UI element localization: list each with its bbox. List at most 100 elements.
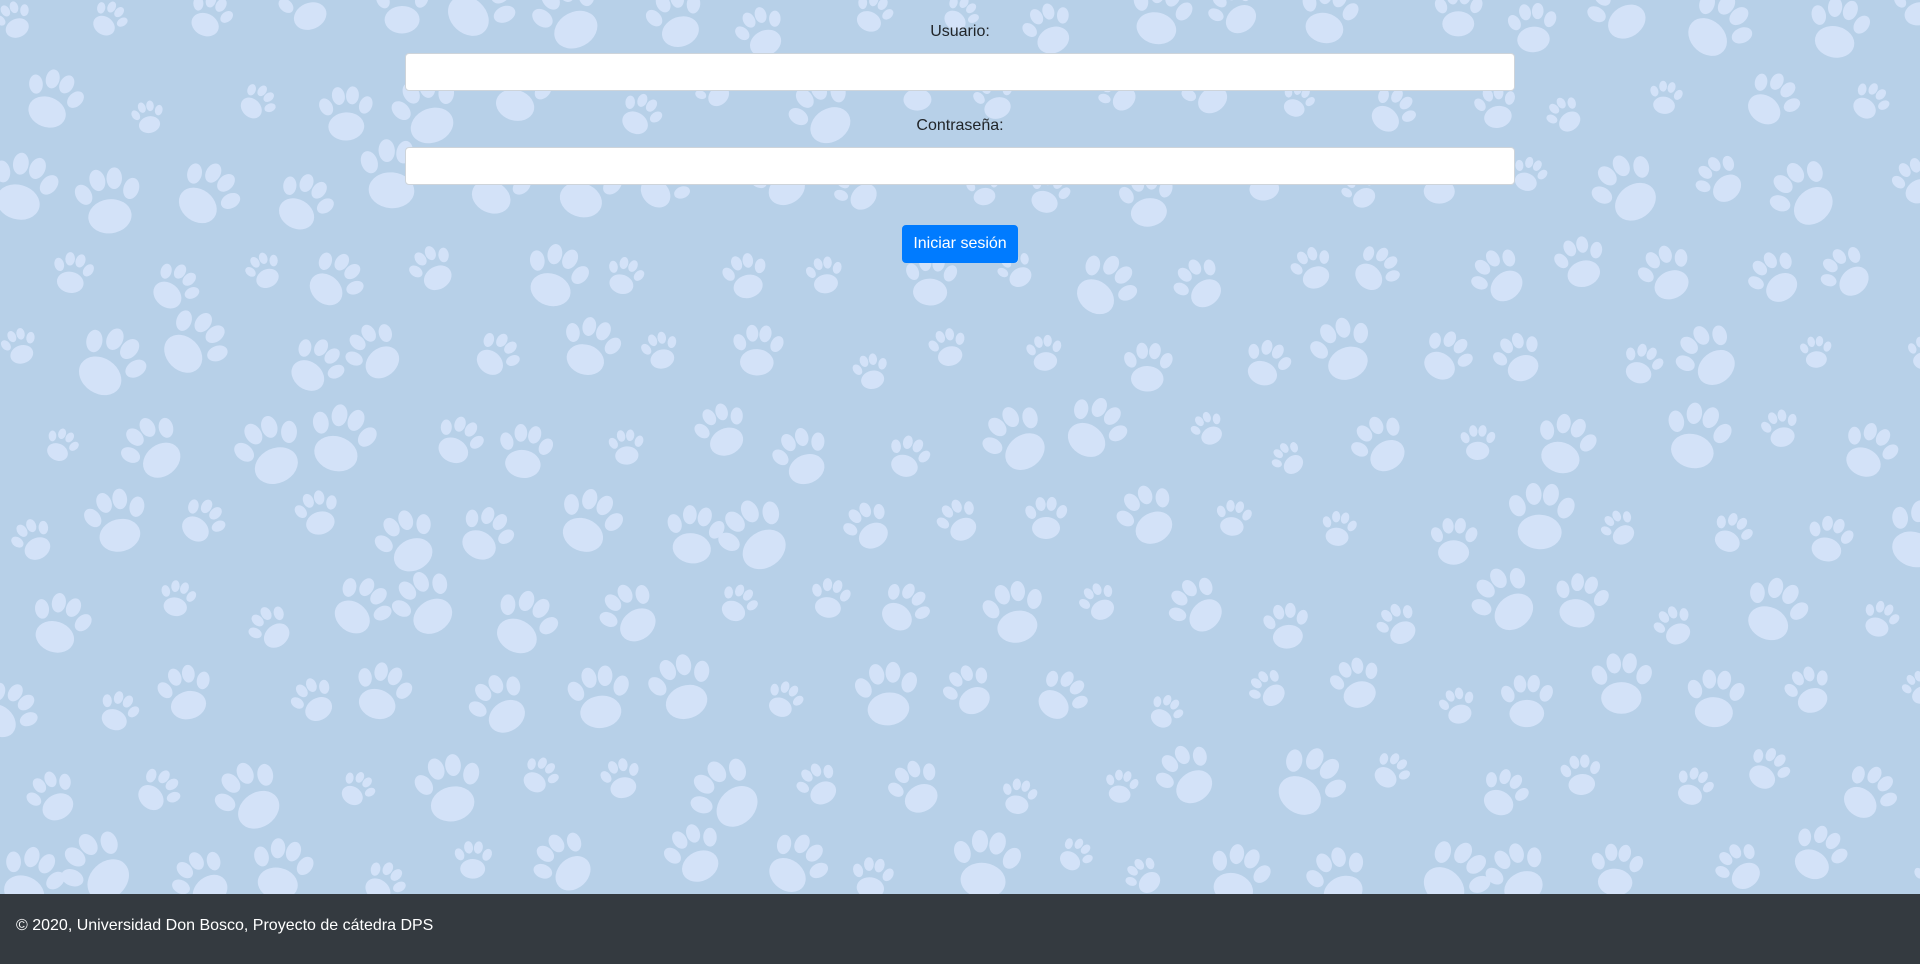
paw-print-icon [479, 579, 570, 667]
paw-print-icon [425, 408, 492, 473]
paw-print-icon [1264, 434, 1313, 483]
paw-print-icon [1072, 576, 1125, 628]
paw-print-icon [333, 311, 416, 392]
paw-print-icon [1428, 517, 1480, 565]
paw-print-icon [364, 499, 451, 584]
paw-print-icon [1737, 739, 1799, 799]
paw-print-icon [1410, 320, 1483, 392]
paw-print-icon [878, 750, 953, 824]
paw-print-icon [1051, 384, 1140, 472]
paw-print-icon [91, 684, 146, 738]
paw-print-icon [1797, 334, 1835, 370]
paw-print-icon [551, 309, 630, 384]
paw-print-icon [1586, 841, 1647, 894]
paw-print-icon [1100, 766, 1142, 806]
paw-print-icon [996, 775, 1042, 818]
paw-print-icon [716, 248, 775, 304]
paw-print-icon [1211, 497, 1256, 539]
paw-print-icon [1498, 673, 1557, 728]
paw-print-icon [60, 313, 160, 412]
paw-print-icon [1646, 598, 1702, 653]
paw-print-icon [1120, 341, 1176, 393]
paw-print-icon [513, 749, 566, 801]
paw-print-icon [1340, 404, 1421, 484]
paw-print-icon [282, 669, 345, 731]
paw-print-icon [1615, 337, 1670, 391]
paw-print-icon [729, 323, 787, 377]
paw-print-icon [834, 492, 902, 559]
paw-print-icon [1144, 732, 1230, 817]
paw-print-icon [465, 322, 530, 387]
paw-print-icon [276, 326, 356, 405]
paw-print-icon [1458, 424, 1498, 461]
paw-print-icon [1525, 406, 1605, 482]
paw-print-icon [659, 500, 731, 568]
paw-print-icon [1704, 505, 1760, 560]
paw-print-icon [1777, 659, 1841, 721]
paw-print-icon [1317, 508, 1361, 549]
paw-print-icon [1051, 830, 1100, 879]
paw-print-icon [1780, 815, 1858, 891]
paw-print-icon [1831, 413, 1908, 488]
paw-print-icon [639, 645, 726, 729]
paw-print-icon [1434, 683, 1482, 729]
paw-print-icon [201, 747, 299, 844]
paw-print-icon [76, 481, 158, 560]
paw-print-icon [140, 252, 210, 321]
paw-print-icon [1588, 652, 1656, 715]
paw-print-icon [1800, 510, 1860, 568]
paw-print-icon [514, 235, 598, 316]
paw-print-icon [1737, 240, 1812, 314]
paw-print-icon [788, 754, 849, 814]
paw-print-icon [1809, 235, 1883, 309]
password-input[interactable] [405, 147, 1515, 185]
paw-print-icon [161, 148, 254, 239]
paw-print-icon [400, 236, 465, 300]
paw-print-icon [1459, 237, 1538, 315]
paw-print-icon [1662, 311, 1753, 400]
paw-print-icon [154, 576, 201, 620]
paw-print-icon [17, 761, 88, 831]
paw-print-icon [0, 836, 76, 894]
paw-print-icon [1240, 661, 1295, 716]
paw-print-icon [1259, 733, 1360, 832]
username-input[interactable] [405, 53, 1515, 91]
paw-print-icon [1025, 659, 1099, 732]
paw-print-icon [1023, 332, 1067, 374]
paw-print-icon [759, 675, 810, 724]
paw-print-icon [1829, 753, 1909, 832]
login-button[interactable]: Iniciar sesión [902, 225, 1018, 263]
paw-print-icon [0, 323, 44, 369]
paw-print-icon [1685, 145, 1755, 214]
paw-print-icon [1682, 667, 1749, 730]
paw-print-icon [934, 655, 1005, 725]
paw-print-icon [1364, 744, 1418, 797]
paw-print-icon [0, 669, 50, 753]
paw-print-icon [1912, 858, 1920, 894]
paw-print-icon [452, 840, 495, 879]
paw-print-icon [0, 144, 68, 229]
paw-print-icon [1628, 236, 1705, 310]
paw-print-icon [805, 574, 855, 622]
paw-print-icon [1547, 229, 1615, 294]
paw-print-icon [562, 661, 638, 733]
paw-print-icon [1874, 490, 1920, 579]
paw-print-icon [1645, 78, 1686, 117]
paw-print-icon [1471, 760, 1537, 825]
paw-print-icon [849, 657, 926, 730]
paw-print-icon [1322, 650, 1390, 716]
paw-print-icon [1557, 752, 1606, 798]
paw-print-icon [239, 246, 290, 295]
paw-print-icon [975, 574, 1054, 650]
paw-print-icon [753, 820, 841, 894]
paw-print-icon [447, 496, 524, 571]
paw-print-icon [1405, 825, 1505, 894]
paw-print-icon [1731, 567, 1819, 652]
paw-print-icon [868, 572, 940, 643]
paw-print-icon [1300, 307, 1386, 391]
paw-print-icon [38, 422, 85, 468]
paw-print-icon [969, 392, 1064, 486]
paw-print-icon [319, 564, 404, 649]
paw-print-icon [1023, 495, 1070, 540]
paw-print-icon [3, 510, 63, 569]
